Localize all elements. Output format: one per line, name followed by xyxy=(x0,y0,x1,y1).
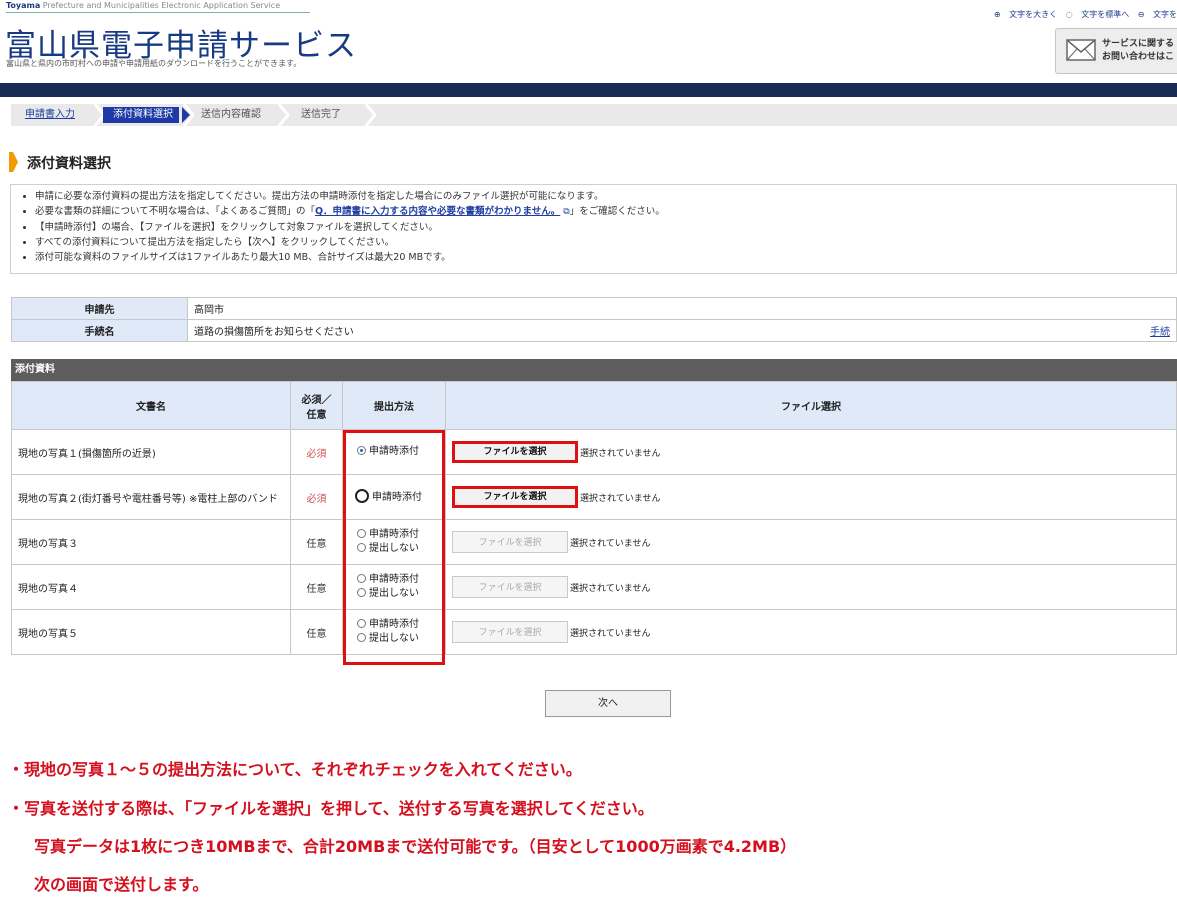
choose-file-button[interactable]: ファイルを選択 xyxy=(452,531,568,553)
attachments-table: 文書名 必須／ 任意 提出方法 ファイル選択 現地の写真１(損傷箇所の近景) 必須… xyxy=(11,381,1177,655)
file-cell: ファイルを選択 選択されていません xyxy=(445,564,1177,610)
instruction-item: 【申請時添付】の場合、【ファイルを選択】をクリックして対象ファイルを選択してくだ… xyxy=(35,220,1176,235)
no-file-text: 選択されていません xyxy=(580,493,661,504)
text-size-controls: ⊕ 文字を大きく ◌ 文字を標準へ ⊖ 文字を xyxy=(988,9,1177,20)
optional-badge: 任意 xyxy=(290,519,343,565)
progress-steps: 申請書入力 添付資料選択 送信内容確認 送信完了 xyxy=(11,104,1177,126)
document-name: 現地の写真１(損傷箇所の近景) xyxy=(11,429,291,475)
contact-line1: サービスに関する xyxy=(1102,39,1175,49)
file-cell: ファイルを選択 選択されていません xyxy=(445,474,1177,520)
destination-value: 高岡市 xyxy=(187,297,1177,320)
contact-button[interactable]: サービスに関する お問い合わせはこ xyxy=(1055,28,1177,74)
choose-file-button[interactable]: ファイルを選択 xyxy=(452,621,568,643)
method-cell: 申請時添付 xyxy=(342,429,446,475)
col-document-name: 文書名 xyxy=(11,381,291,430)
radio-not-submit[interactable] xyxy=(357,633,366,642)
faq-link[interactable]: Q．申請書に入力する内容や必要な書類がわかりません。 xyxy=(315,206,560,217)
instructions-box: 申請に必要な添付資料の提出方法を指定してください。提出方法の申請時添付を指定した… xyxy=(10,184,1177,274)
instruction-item: 申請に必要な添付資料の提出方法を指定してください。提出方法の申請時添付を指定した… xyxy=(35,189,1176,204)
choose-file-button[interactable]: ファイルを選択 xyxy=(452,576,568,598)
document-name: 現地の写真４ xyxy=(11,564,291,610)
required-badge: 必須 xyxy=(290,474,343,520)
chevron-right-icon xyxy=(277,104,289,126)
optional-badge: 任意 xyxy=(290,564,343,610)
no-file-text: 選択されていません xyxy=(570,538,651,549)
document-name: 現地の写真３ xyxy=(11,519,291,565)
no-file-text: 選択されていません xyxy=(570,628,651,639)
text-larger-link[interactable]: ⊕ 文字を大きく xyxy=(994,10,1057,19)
text-smaller-link[interactable]: ⊖ 文字を xyxy=(1138,10,1177,19)
radio-attach[interactable] xyxy=(355,489,369,503)
file-cell: ファイルを選択 選択されていません xyxy=(445,609,1177,655)
radio-not-submit[interactable] xyxy=(357,543,366,552)
method-cell: 申請時添付 提出しない xyxy=(342,564,446,610)
table-row: 現地の写真２(街灯番号や電柱番号等) ※電柱上部のバンド 必須 申請時添付 ファ… xyxy=(11,474,1177,520)
step-input[interactable]: 申請書入力 xyxy=(25,107,75,123)
radio-attach[interactable] xyxy=(357,619,366,628)
radio-attach[interactable] xyxy=(357,446,366,455)
col-required: 必須／ 任意 xyxy=(290,381,343,430)
note-line: ・現地の写真１～５の提出方法について、それぞれチェックを入れてください。 xyxy=(8,760,582,779)
instruction-item: すべての添付資料について提出方法を指定したら【次へ】をクリックしてください。 xyxy=(35,235,1176,250)
step-complete: 送信完了 xyxy=(301,109,341,120)
procedure-value: 道路の損傷箇所をお知らせください xyxy=(194,327,354,338)
method-cell: 申請時添付 xyxy=(342,474,446,520)
brand-tagline: Toyama Prefecture and Municipalities Ele… xyxy=(6,1,310,13)
file-cell: ファイルを選択 選択されていません xyxy=(445,429,1177,475)
choose-file-button[interactable]: ファイルを選択 xyxy=(452,486,578,508)
table-row: 現地の写真５ 任意 申請時添付 提出しない ファイルを選択 選択されていません xyxy=(11,609,1177,655)
attachments-heading: 添付資料 xyxy=(11,359,1177,381)
chevron-right-icon xyxy=(364,104,376,126)
text-standard-link[interactable]: ◌ 文字を標準へ xyxy=(1066,10,1130,19)
required-badge: 必須 xyxy=(290,429,343,475)
no-file-text: 選択されていません xyxy=(570,583,651,594)
procedure-label: 手続名 xyxy=(11,319,188,342)
instruction-item: 必要な書類の詳細について不明な場合は、「よくあるご質問」の「Q．申請書に入力する… xyxy=(35,204,1176,220)
method-cell: 申請時添付 提出しない xyxy=(342,609,446,655)
method-cell: 申請時添付 提出しない xyxy=(342,519,446,565)
step-confirm: 送信内容確認 xyxy=(201,109,261,120)
table-row: 現地の写真３ 任意 申請時添付 提出しない ファイルを選択 選択されていません xyxy=(11,519,1177,565)
note-line: ・写真を送付する際は、「ファイルを選択」を押して、送付する写真を選択してください… xyxy=(8,799,654,818)
destination-label: 申請先 xyxy=(11,297,188,320)
page-title: 添付資料選択 xyxy=(27,156,111,172)
radio-attach[interactable] xyxy=(357,529,366,538)
application-info-table: 申請先 高岡市 手続名 道路の損傷箇所をお知らせください 手続 xyxy=(11,297,1177,342)
file-cell: ファイルを選択 選択されていません xyxy=(445,519,1177,565)
site-subtitle: 富山県と県内の市町村への申請や申請用紙のダウンロードを行うことができます。 xyxy=(6,59,302,68)
choose-file-button[interactable]: ファイルを選択 xyxy=(452,441,578,463)
chevron-right-icon xyxy=(182,104,194,126)
procedure-cell: 道路の損傷箇所をお知らせください 手続 xyxy=(187,319,1177,342)
contact-line2: お問い合わせはこ xyxy=(1102,52,1175,62)
optional-badge: 任意 xyxy=(290,609,343,655)
radio-not-submit[interactable] xyxy=(357,588,366,597)
instruction-item: 添付可能な資料のファイルサイズは1ファイルあたり最大10 MB、合計サイズは最大… xyxy=(35,250,1176,265)
no-file-text: 選択されていません xyxy=(580,448,661,459)
table-row: 現地の写真１(損傷箇所の近景) 必須 申請時添付 ファイルを選択 選択されていませ… xyxy=(11,429,1177,475)
next-button[interactable]: 次へ xyxy=(545,690,671,717)
note-line: 写真データは1枚につき10MBまで、合計20MBまで送付可能です。（目安として1… xyxy=(34,837,797,856)
radio-attach[interactable] xyxy=(357,574,366,583)
note-line: 次の画面で送付します。 xyxy=(34,875,209,894)
heading-marker-icon xyxy=(9,152,18,172)
col-file-select: ファイル選択 xyxy=(445,381,1177,430)
envelope-icon xyxy=(1066,39,1096,61)
col-method: 提出方法 xyxy=(342,381,446,430)
table-row: 現地の写真４ 任意 申請時添付 提出しない ファイルを選択 選択されていません xyxy=(11,564,1177,610)
step-attachments: 添付資料選択 xyxy=(103,107,179,123)
procedure-detail-link[interactable]: 手続 xyxy=(1150,323,1170,338)
nav-bar xyxy=(0,83,1177,97)
document-name: 現地の写真２(街灯番号や電柱番号等) ※電柱上部のバンド xyxy=(11,474,291,520)
document-name: 現地の写真５ xyxy=(11,609,291,655)
